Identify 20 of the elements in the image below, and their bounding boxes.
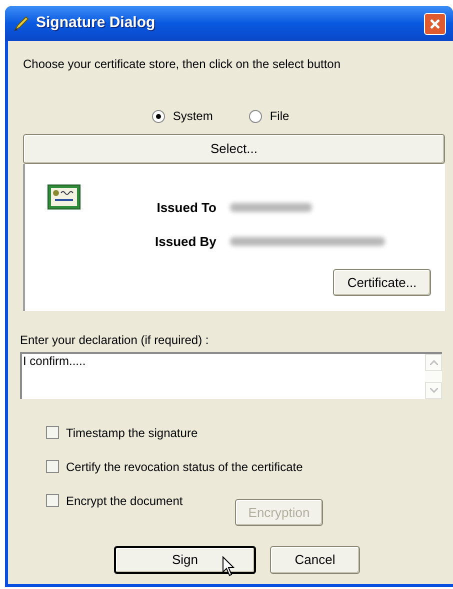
pen-icon — [12, 14, 30, 32]
issued-by-label: Issued By — [155, 232, 216, 251]
select-button[interactable]: Select... — [23, 134, 445, 164]
close-button[interactable] — [424, 12, 446, 34]
option-checkbox[interactable]: Timestamp the signature — [46, 426, 438, 439]
issued-to-label: Issued To — [156, 199, 216, 217]
dialog-button[interactable]: Sign — [114, 546, 256, 574]
mouse-cursor-icon — [222, 556, 236, 577]
close-icon — [429, 18, 441, 30]
scrollbar[interactable] — [425, 354, 442, 399]
certificate-button[interactable]: Certificate... — [333, 269, 431, 296]
option-checkbox[interactable]: Certify the revocation status of the certificate — [46, 460, 438, 473]
store-radio[interactable]: File — [248, 107, 290, 125]
dialog-button[interactable]: Cancel — [270, 546, 360, 574]
declaration-field[interactable]: I confirm..... — [20, 352, 442, 399]
certificate-icon — [47, 184, 81, 212]
store-radio[interactable]: System — [152, 107, 213, 125]
window-title: Signature Dialog — [36, 13, 156, 34]
declaration-label: Enter your declaration (if required) : — [20, 332, 210, 349]
instruction-text: Choose your certificate store, then click on the select button — [23, 56, 342, 73]
